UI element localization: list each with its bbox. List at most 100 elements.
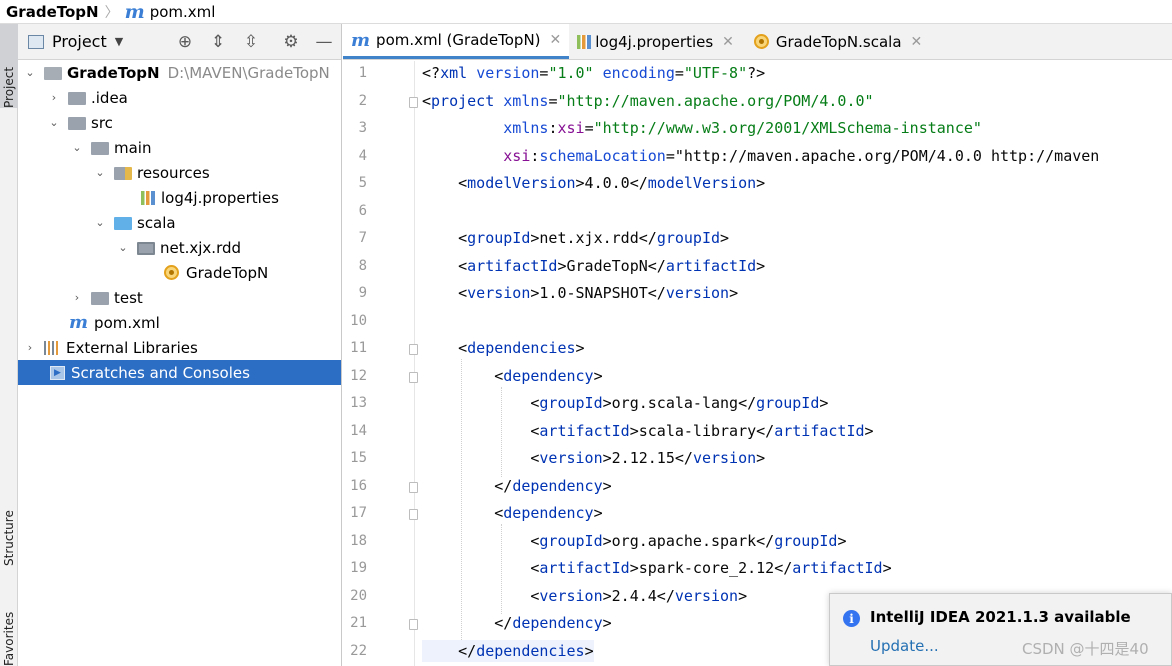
tree-item-scratches[interactable]: ▶ Scratches and Consoles (18, 360, 341, 385)
code-line[interactable]: <version>1.0-SNAPSHOT</version> (422, 282, 738, 304)
chevron-down-icon[interactable]: ⌄ (48, 116, 60, 129)
line-number: 21 (350, 615, 367, 631)
tree-item-main[interactable]: ⌄ main (18, 135, 341, 160)
code-line[interactable]: <groupId>org.scala-lang</groupId> (422, 392, 828, 414)
favorites-tool-button[interactable]: Favorites (0, 590, 18, 666)
code-line[interactable]: <artifactId>spark-core_2.12</artifactId> (422, 557, 891, 579)
chevron-right-icon[interactable]: › (71, 291, 83, 304)
project-tool-button[interactable]: Project (0, 24, 18, 108)
editor-tabs: m pom.xml (GradeTopN) ✕ log4j.properties… (343, 24, 1172, 60)
code-line[interactable]: <artifactId>scala-library</artifactId> (422, 420, 873, 442)
code-line[interactable]: <groupId>net.xjx.rdd</groupId> (422, 227, 729, 249)
gear-icon[interactable]: ⚙ (280, 31, 302, 53)
chevron-down-icon[interactable]: ⌄ (94, 166, 106, 179)
maven-file-icon: m (351, 29, 371, 51)
scala-object-icon (753, 34, 769, 49)
tree-item-src[interactable]: ⌄ src (18, 110, 341, 135)
tab-log4j-properties[interactable]: log4j.properties ✕ (569, 24, 742, 59)
chevron-down-icon[interactable]: ⌄ (24, 66, 36, 79)
breadcrumb-project[interactable]: GradeTopN (6, 3, 99, 21)
tree-item-label: scala (137, 213, 176, 232)
line-number: 8 (358, 257, 367, 274)
tree-item-gradetopn[interactable]: ⌄ GradeTopN D:\MAVEN\GradeTopN (18, 60, 341, 85)
line-number: 6 (358, 202, 367, 219)
tree-item-label: src (91, 113, 113, 132)
folder-icon (68, 117, 86, 130)
close-icon[interactable]: ✕ (550, 32, 562, 48)
code-line[interactable]: <?xml version="1.0" encoding="UTF-8"?> (422, 62, 765, 84)
tree-item-package[interactable]: ⌄ net.xjx.rdd (18, 235, 341, 260)
module-folder-icon (44, 67, 62, 80)
folder-icon (68, 92, 86, 105)
tree-item-gradetopn-object[interactable]: GradeTopN (18, 260, 341, 285)
source-folder-icon (114, 217, 132, 230)
tree-item-external-libraries[interactable]: › External Libraries (18, 335, 341, 360)
code-line[interactable]: xsi:schemaLocation="http://maven.apache.… (422, 145, 1099, 167)
tree-item-resources[interactable]: ⌄ resources (18, 160, 341, 185)
code-line[interactable]: <groupId>org.apache.spark</groupId> (422, 530, 846, 552)
line-number: 10 (350, 312, 367, 329)
tab-gradetopn-scala[interactable]: GradeTopN.scala ✕ (742, 24, 930, 59)
line-number: 1 (358, 65, 367, 81)
update-link[interactable]: Update... (870, 637, 939, 655)
code-line[interactable]: </dependency> (422, 612, 611, 634)
tree-item-log4j-properties[interactable]: log4j.properties (18, 185, 341, 210)
chevron-down-icon[interactable]: ⌄ (117, 241, 129, 254)
line-number: 2 (358, 92, 367, 109)
tree-item-test[interactable]: › test (18, 285, 341, 310)
code-line[interactable]: <modelVersion>4.0.0</modelVersion> (422, 172, 765, 194)
maven-file-icon: m (124, 0, 145, 23)
tree-item-scala[interactable]: ⌄ scala (18, 210, 341, 235)
ide-window: GradeTopN 〉 m pom.xml Project Structure … (0, 0, 1172, 666)
code-line[interactable]: <dependencies> (422, 337, 584, 359)
project-view-selector[interactable]: Project (52, 32, 107, 51)
code-editor[interactable]: <?xml version="1.0" encoding="UTF-8"?> <p… (415, 61, 1172, 666)
tree-item-pom-xml[interactable]: m pom.xml (18, 310, 341, 335)
properties-file-icon (577, 34, 592, 49)
line-number: 13 (350, 395, 367, 411)
chevron-down-icon[interactable]: ▼ (115, 35, 123, 48)
tree-item-label: pom.xml (94, 313, 160, 332)
structure-tool-button[interactable]: Structure (0, 486, 18, 566)
close-icon[interactable]: ✕ (722, 34, 734, 50)
chevron-down-icon[interactable]: ⌄ (94, 216, 106, 229)
code-line[interactable]: <project xmlns="http://maven.apache.org/… (422, 90, 874, 112)
structure-tool-label: Structure (2, 510, 16, 566)
line-number: 7 (358, 230, 367, 246)
properties-file-icon (141, 190, 155, 205)
left-tool-strip: Project Structure Favorites (0, 24, 18, 666)
locate-icon[interactable]: ⊕ (174, 31, 196, 53)
chevron-down-icon[interactable]: ⌄ (71, 141, 83, 154)
code-line[interactable]: <dependency> (422, 502, 602, 524)
chevron-right-icon[interactable]: › (24, 341, 36, 354)
line-number: 18 (350, 532, 367, 549)
tab-label: log4j.properties (595, 32, 714, 51)
code-line[interactable]: <version>2.12.15</version> (422, 447, 765, 469)
tab-pom-xml[interactable]: m pom.xml (GradeTopN) ✕ (343, 24, 570, 59)
tab-label: GradeTopN.scala (775, 32, 902, 51)
project-view-icon (28, 34, 44, 49)
line-number: 15 (350, 450, 367, 466)
expand-all-icon[interactable]: ⇕ (207, 31, 229, 53)
line-number: 16 (350, 477, 367, 494)
package-icon (137, 242, 155, 255)
chevron-right-icon[interactable]: › (48, 91, 60, 104)
code-line[interactable]: </dependencies> (422, 639, 594, 662)
tab-label: pom.xml (GradeTopN) (376, 31, 541, 49)
close-icon[interactable]: ✕ (911, 34, 923, 50)
scratches-icon: ▶ (50, 365, 65, 380)
tree-item-idea[interactable]: › .idea (18, 85, 341, 110)
collapse-all-icon[interactable]: ⇳ (240, 31, 262, 53)
code-line[interactable]: </dependency> (422, 475, 611, 497)
resources-folder-icon (114, 167, 132, 180)
code-line[interactable]: <version>2.4.4</version> (422, 585, 747, 607)
breadcrumb-separator-icon: 〉 (104, 4, 119, 21)
code-line[interactable]: <dependency> (422, 365, 602, 387)
code-line[interactable]: <artifactId>GradeTopN</artifactId> (422, 255, 765, 277)
maven-file-icon: m (69, 312, 89, 333)
hide-icon[interactable]: — (313, 31, 335, 53)
breadcrumb-file[interactable]: pom.xml (150, 3, 216, 21)
code-line[interactable]: xmlns:xsi="http://www.w3.org/2001/XMLSch… (422, 117, 982, 139)
line-number: 20 (350, 587, 367, 604)
tree-item-label: test (114, 288, 143, 307)
